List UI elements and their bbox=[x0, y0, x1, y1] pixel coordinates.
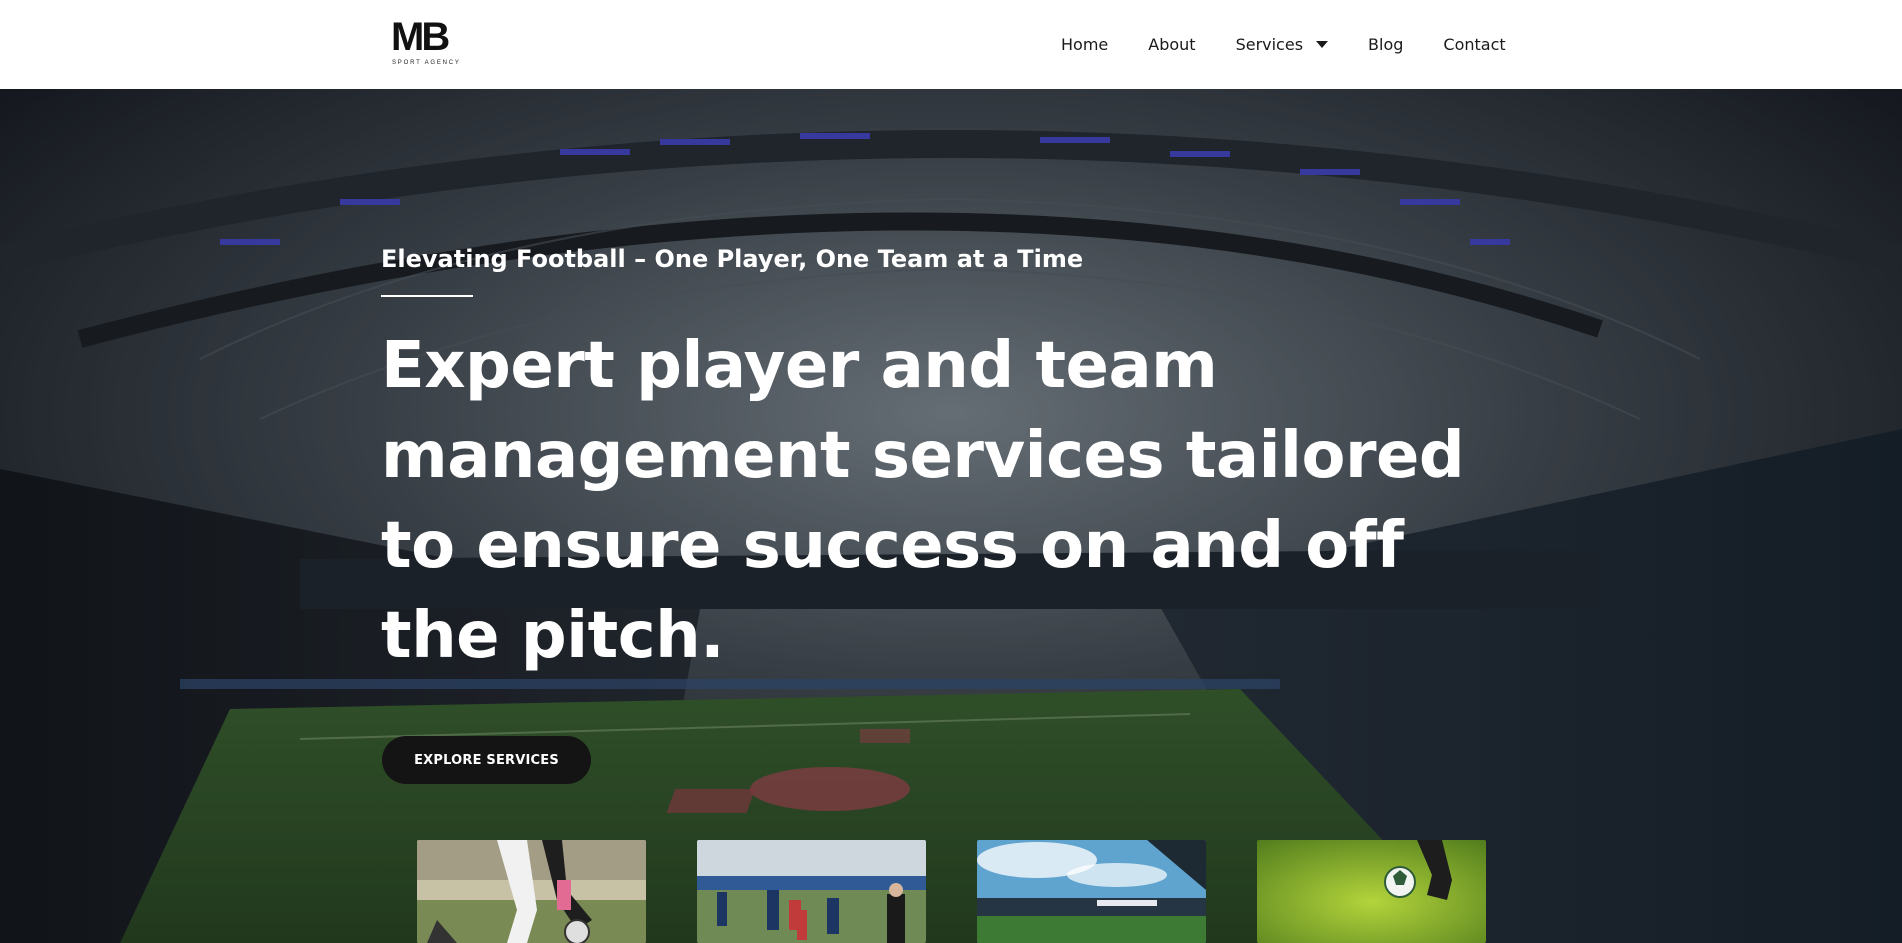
nav-item-home[interactable]: Home bbox=[1061, 35, 1108, 54]
caret-down-icon bbox=[1316, 40, 1329, 48]
main-nav: Home About Services Blog Contact bbox=[1061, 31, 1506, 57]
nav-item-services-label: Services bbox=[1235, 34, 1304, 54]
nav-item-blog[interactable]: Blog bbox=[1368, 35, 1403, 54]
nav-item-services[interactable]: Services bbox=[1235, 34, 1329, 54]
logo[interactable]: MB SPORT AGENCY bbox=[391, 17, 473, 71]
nav-item-about[interactable]: About bbox=[1148, 35, 1195, 54]
subtitle-divider bbox=[381, 295, 473, 297]
gallery-thumb-ball[interactable] bbox=[1257, 840, 1486, 943]
hero-section: Elevating Football – One Player, One Tea… bbox=[0, 89, 1902, 943]
nav-item-contact[interactable]: Contact bbox=[1443, 35, 1505, 54]
site-header: MB SPORT AGENCY Home About Services Blog… bbox=[0, 0, 1902, 89]
logo-mark: MB bbox=[391, 15, 450, 59]
explore-services-button[interactable]: EXPLORE SERVICES bbox=[382, 736, 591, 784]
gallery-thumb-team[interactable] bbox=[697, 840, 926, 943]
hero-headline: Expert player and team management servic… bbox=[381, 329, 1465, 673]
hero-subtitle: Elevating Football – One Player, One Tea… bbox=[381, 245, 1084, 273]
team-warmup-image bbox=[697, 840, 926, 943]
gallery-strip bbox=[0, 840, 1902, 943]
gallery-thumb-stadium[interactable] bbox=[977, 840, 1206, 943]
gallery-thumb-legs[interactable] bbox=[417, 840, 646, 943]
legs-kicking-ball-image bbox=[417, 840, 646, 943]
logo-tagline: SPORT AGENCY bbox=[392, 60, 461, 66]
stadium-sky-image bbox=[977, 840, 1206, 943]
ball-on-grass-image bbox=[1257, 840, 1486, 943]
